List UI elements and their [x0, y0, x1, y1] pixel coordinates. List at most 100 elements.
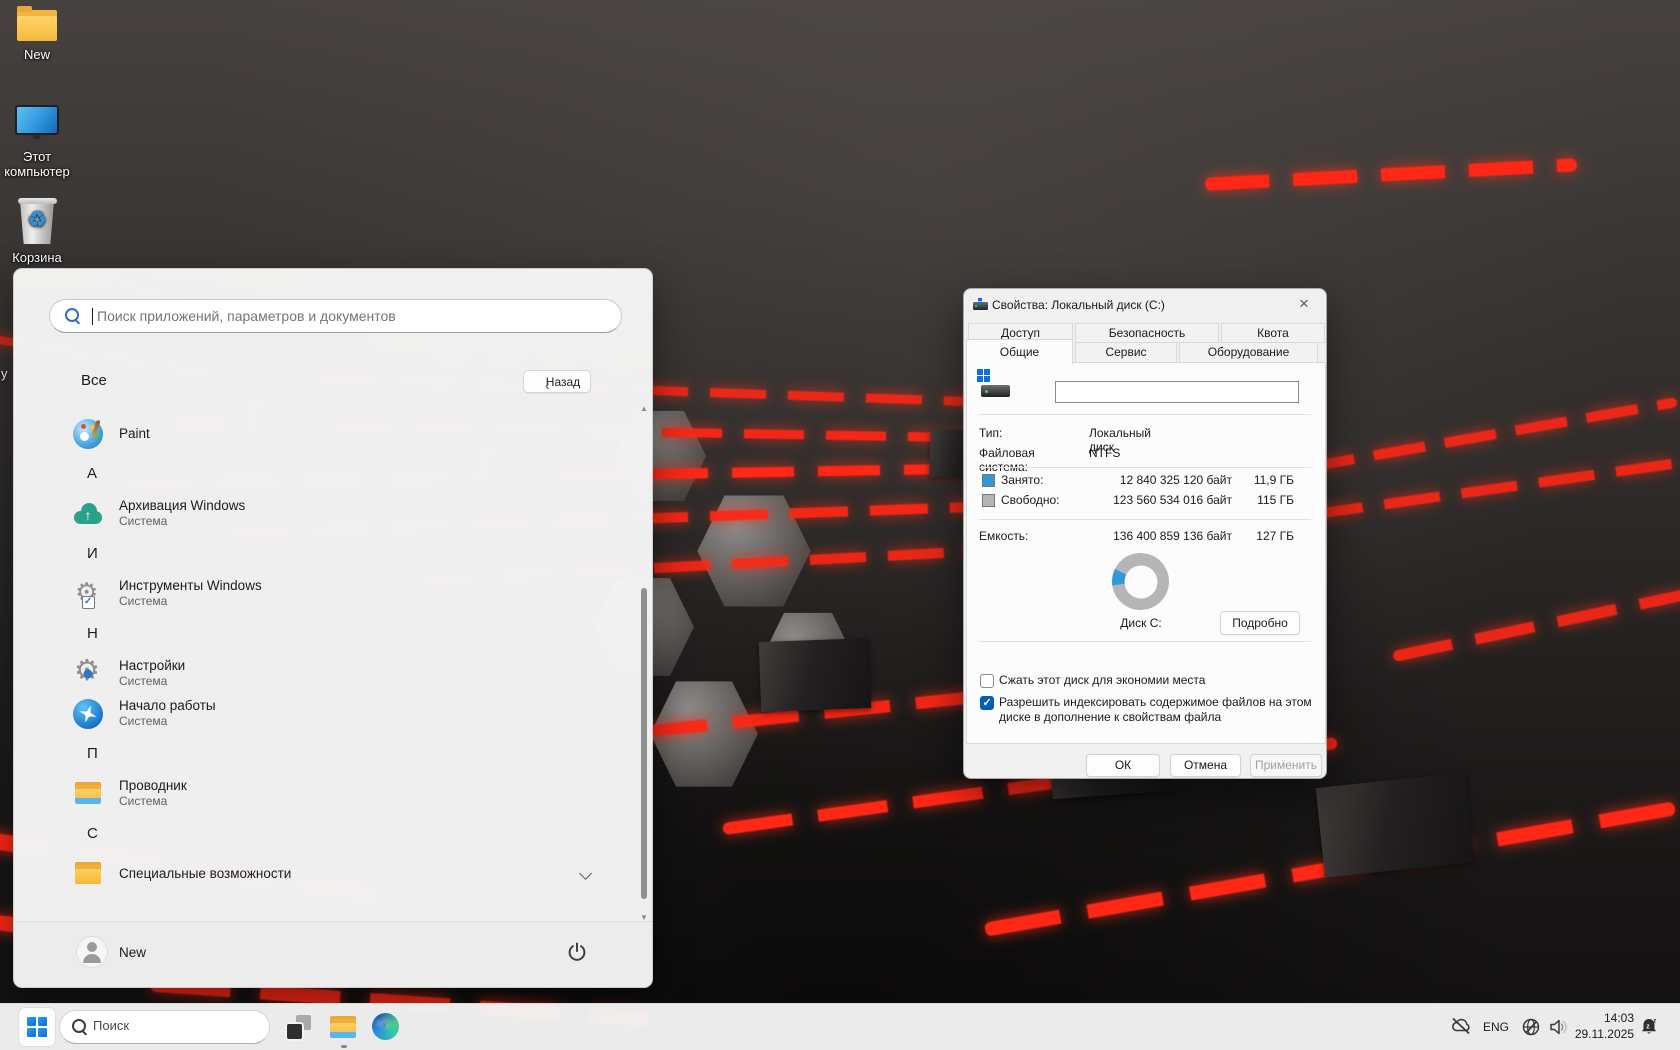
- tab-security[interactable]: Безопасность: [1075, 323, 1219, 343]
- disk-caption: Диск C:: [1082, 616, 1200, 630]
- folder-icon: [17, 10, 57, 41]
- folder-icon: [73, 859, 103, 889]
- compress-checkbox-label: Сжать этот диск для экономии места: [999, 673, 1323, 688]
- back-button[interactable]: Назад: [523, 370, 591, 393]
- tab-tools[interactable]: Сервис: [1075, 342, 1177, 363]
- volume-icon[interactable]: [1548, 1017, 1570, 1042]
- notification-bell-icon[interactable]: z z: [1638, 1016, 1660, 1043]
- power-icon[interactable]: [566, 941, 588, 963]
- taskbar-search-label: Поиск: [93, 1018, 129, 1033]
- drive-icon-large: [977, 367, 1013, 401]
- index-checkbox-row[interactable]: Разрешить индексировать содержимое файло…: [980, 695, 1323, 725]
- used-space-size: 11,9 ГБ: [1234, 473, 1294, 487]
- start-search-input[interactable]: [95, 302, 609, 330]
- used-space-swatch: [982, 474, 995, 487]
- start-button[interactable]: [19, 1008, 55, 1046]
- task-view-button[interactable]: [287, 1015, 311, 1039]
- start-menu-app-item[interactable]: НастройкиСистема: [70, 654, 636, 694]
- desktop-icon-recycle-bin[interactable]: Корзина: [0, 198, 74, 265]
- app-list-section-letter: И: [70, 534, 636, 574]
- start-menu-footer: New: [14, 921, 652, 987]
- network-globe-icon[interactable]: [1521, 1017, 1541, 1042]
- edge-browser-icon[interactable]: [372, 1013, 399, 1040]
- user-avatar[interactable]: [76, 936, 108, 968]
- onedrive-offline-icon[interactable]: [1450, 1017, 1472, 1040]
- app-name: Paint: [119, 414, 636, 454]
- app-name: Инструменты Windows: [119, 577, 636, 594]
- paint-icon: [73, 419, 103, 449]
- close-icon[interactable]: [1290, 292, 1318, 316]
- scrollbar-thumb[interactable]: [641, 588, 647, 899]
- app-subtitle: Система: [119, 714, 636, 729]
- wallpaper-cube: [1316, 772, 1475, 877]
- back-button-label: Назад: [546, 375, 580, 389]
- app-subtitle: Система: [119, 594, 636, 609]
- start-menu-folder-item[interactable]: Специальные возможности: [70, 854, 636, 894]
- start-menu-app-item[interactable]: ПроводникСистема: [70, 774, 636, 814]
- compress-checkbox-row[interactable]: Сжать этот диск для экономии места: [980, 673, 1323, 688]
- windows-logo-icon: [27, 1017, 47, 1037]
- app-list-section-letter: П: [70, 734, 636, 774]
- start-menu-app-item[interactable]: Paint: [70, 414, 636, 454]
- used-space-label: Занято:: [1001, 473, 1043, 487]
- taskbar-search[interactable]: Поиск: [59, 1010, 270, 1044]
- text-caret: [92, 308, 93, 325]
- file-explorer-icon[interactable]: [328, 1013, 358, 1041]
- taskbar: Поиск ENG 14:03 29.11.2025 z: [0, 1003, 1680, 1050]
- start-menu-app-item[interactable]: Инструменты WindowsСистема: [70, 574, 636, 614]
- disk-usage-donut-chart: [1112, 553, 1169, 610]
- dialog-title: Свойства: Локальный диск (C:): [992, 298, 1165, 312]
- desktop-icon-new[interactable]: New: [0, 10, 74, 62]
- filesystem-label: Файловая система:: [979, 446, 1035, 474]
- windows-backup-icon: [73, 499, 103, 529]
- tab-general[interactable]: Общие: [966, 339, 1073, 364]
- apply-button[interactable]: Применить: [1250, 754, 1322, 777]
- start-search-box[interactable]: [49, 299, 622, 333]
- search-icon: [72, 1019, 89, 1036]
- app-list-section-letter: С: [70, 814, 636, 854]
- app-name: Начало работы: [119, 697, 636, 714]
- all-apps-label: Все: [81, 372, 107, 389]
- chevron-left-icon: [545, 374, 550, 396]
- user-name[interactable]: New: [119, 945, 146, 960]
- app-subtitle: Система: [119, 674, 636, 689]
- clipped-desktop-label: у: [1, 366, 8, 381]
- language-indicator[interactable]: ENG: [1483, 1020, 1509, 1034]
- separator: [979, 414, 1311, 415]
- ok-button[interactable]: ОК: [1086, 754, 1160, 777]
- details-button[interactable]: Подробно: [1220, 611, 1300, 635]
- free-space-size: 115 ГБ: [1234, 493, 1294, 507]
- search-icon: [65, 308, 82, 325]
- app-name: Архивация Windows: [119, 497, 636, 514]
- index-checkbox-label: Разрешить индексировать содержимое файло…: [999, 695, 1323, 725]
- file-explorer-icon: [73, 779, 103, 809]
- recycle-bin-icon: [19, 198, 56, 244]
- cancel-button[interactable]: Отмена: [1170, 754, 1241, 777]
- clock-time: 14:03: [1575, 1010, 1634, 1026]
- volume-label-input[interactable]: [1055, 381, 1299, 403]
- clock[interactable]: 14:03 29.11.2025: [1575, 1010, 1634, 1042]
- drive-icon: [973, 298, 989, 311]
- scroll-up-icon[interactable]: [639, 404, 649, 413]
- app-subtitle: Система: [119, 514, 636, 529]
- start-menu-app-item[interactable]: Архивация WindowsСистема: [70, 494, 636, 534]
- app-list-scrollbar[interactable]: [639, 404, 649, 922]
- type-label: Тип:: [979, 426, 1002, 440]
- separator: [979, 519, 1311, 520]
- tab-hardware[interactable]: Оборудование: [1179, 342, 1318, 363]
- capacity-size: 127 ГБ: [1234, 529, 1294, 543]
- desktop-icon-this-pc[interactable]: Этот компьютер: [0, 105, 74, 179]
- filesystem-value: NTFS: [1089, 446, 1120, 460]
- disk-properties-dialog: Свойства: Локальный диск (C:) Доступ Без…: [963, 288, 1327, 779]
- capacity-label: Емкость:: [979, 529, 1028, 543]
- app-name: Специальные возможности: [119, 854, 636, 894]
- index-checkbox[interactable]: [980, 696, 994, 710]
- separator: [979, 467, 1311, 468]
- tab-quota[interactable]: Квота: [1221, 323, 1325, 343]
- start-menu: Все Назад PaintААрхивация WindowsСистема…: [13, 268, 653, 988]
- free-space-bytes: 123 560 534 016 байт: [1084, 493, 1232, 507]
- desktop-icon-label: New: [24, 47, 50, 62]
- app-subtitle: Система: [119, 794, 636, 809]
- start-menu-app-item[interactable]: Начало работыСистема: [70, 694, 636, 734]
- compress-checkbox[interactable]: [980, 674, 994, 688]
